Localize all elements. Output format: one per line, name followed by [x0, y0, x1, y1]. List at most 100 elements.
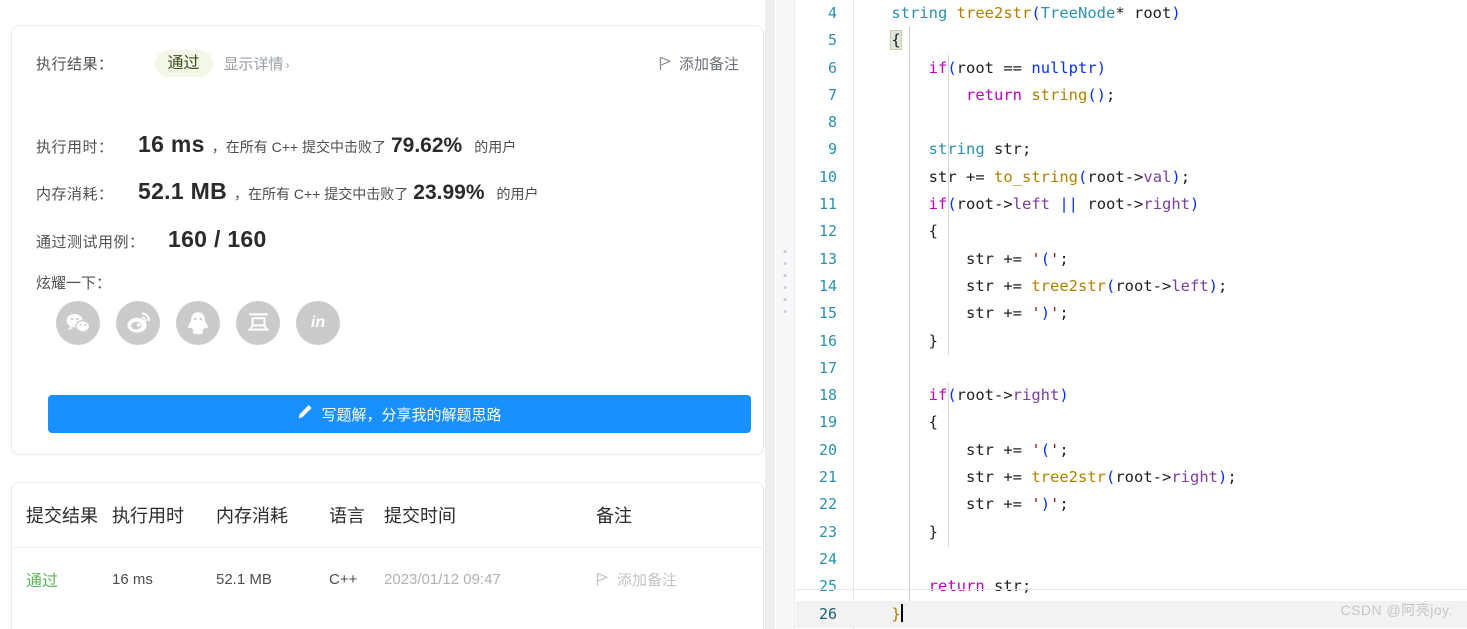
code-text[interactable]: str += ')';: [850, 491, 1467, 518]
code-text[interactable]: return string();: [850, 82, 1467, 109]
testcases-value: 160 / 160: [168, 226, 267, 252]
pane-resize-divider[interactable]: [775, 0, 795, 629]
active-line-rule: [796, 589, 1467, 590]
share-weibo-icon[interactable]: [116, 301, 160, 345]
flag-icon: [659, 56, 672, 71]
linkedin-label: in: [310, 314, 326, 331]
table-row[interactable]: 通过 16 ms 52.1 MB C++ 2023/01/12 09:47 添加…: [12, 548, 763, 610]
code-text[interactable]: str += to_string(root->val);: [850, 164, 1467, 191]
cell-runtime: 16 ms: [112, 570, 153, 588]
column-header-memory: 内存消耗: [216, 506, 288, 526]
share-qq-icon[interactable]: [176, 301, 220, 345]
code-line[interactable]: 19 {: [796, 409, 1467, 436]
code-text[interactable]: str += '(';: [850, 437, 1467, 464]
testcases-label: 通过测试用例：: [36, 234, 145, 251]
code-line[interactable]: 25 return str;: [796, 573, 1467, 600]
code-line[interactable]: 13 str += '(';: [796, 246, 1467, 273]
execution-result-card: 执行结果： 通过 显示详情 › 添加备注 执行用时： 16 ms ，在所有 C+…: [11, 25, 764, 455]
memory-metric-row: 内存消耗： 52.1 MB ，在所有 C++ 提交中击败了 23.99% 的用户: [36, 178, 539, 205]
cell-memory: 52.1 MB: [216, 570, 272, 588]
line-number: 24: [818, 549, 837, 568]
runtime-value: 16 ms: [138, 131, 205, 157]
submissions-table-card: 提交结果 执行用时 内存消耗 语言 提交时间 备注 通过 16 ms 52.1 …: [11, 482, 764, 629]
line-number: 22: [818, 495, 837, 514]
write-solution-button[interactable]: 写题解，分享我的解题思路: [48, 395, 751, 433]
line-number: 25: [818, 577, 837, 596]
code-line[interactable]: 24: [796, 546, 1467, 573]
code-text[interactable]: }: [850, 519, 1467, 546]
code-text[interactable]: {: [850, 218, 1467, 245]
code-text[interactable]: if(root->left || root->right): [850, 191, 1467, 218]
code-line[interactable]: 20 str += '(';: [796, 437, 1467, 464]
code-line[interactable]: 7 return string();: [796, 82, 1467, 109]
show-detail-link[interactable]: 显示详情 ›: [224, 53, 290, 74]
runtime-beat-prefix: ，在所有 C++ 提交中击败了: [211, 139, 386, 155]
write-solution-label: 写题解，分享我的解题思路: [321, 406, 502, 424]
code-text[interactable]: if(root->right): [850, 382, 1467, 409]
share-wechat-icon[interactable]: [56, 301, 100, 345]
code-line[interactable]: 12 {: [796, 218, 1467, 245]
share-label: 炫耀一下：: [36, 275, 112, 292]
cell-add-note[interactable]: 添加备注: [596, 569, 756, 590]
line-number: 23: [818, 522, 837, 541]
submission-result-pane: 执行结果： 通过 显示详情 › 添加备注 执行用时： 16 ms ，在所有 C+…: [0, 0, 765, 629]
code-text[interactable]: str += tree2str(root->left);: [850, 273, 1467, 300]
code-text[interactable]: string str;: [850, 136, 1467, 163]
add-note-label: 添加备注: [678, 56, 739, 74]
code-text[interactable]: [850, 546, 1467, 573]
line-number: 11: [818, 195, 837, 214]
code-text[interactable]: str += ')';: [850, 300, 1467, 327]
code-text[interactable]: [850, 355, 1467, 382]
code-line[interactable]: 8: [796, 109, 1467, 136]
code-line[interactable]: 17: [796, 355, 1467, 382]
code-text[interactable]: string tree2str(TreeNode* root): [850, 0, 1467, 27]
code-text[interactable]: return str;: [850, 573, 1467, 600]
line-number: 6: [827, 58, 837, 77]
memory-percentile: 23.99%: [413, 181, 485, 204]
code-line[interactable]: 14 str += tree2str(root->left);: [796, 273, 1467, 300]
flag-icon: [596, 572, 609, 587]
column-header-time: 提交时间: [384, 506, 456, 526]
code-line[interactable]: 23 }: [796, 519, 1467, 546]
code-line[interactable]: 11 if(root->left || root->right): [796, 191, 1467, 218]
code-text[interactable]: str += tree2str(root->right);: [850, 464, 1467, 491]
code-text[interactable]: [850, 109, 1467, 136]
code-line[interactable]: 15 str += ')';: [796, 300, 1467, 327]
code-editor[interactable]: 4 string tree2str(TreeNode* root) 5 { 6 …: [796, 0, 1467, 629]
line-number: 18: [818, 386, 837, 405]
share-linkedin-icon[interactable]: in: [296, 301, 340, 345]
runtime-beat-suffix: 的用户: [474, 139, 517, 155]
code-line[interactable]: 5 {: [796, 27, 1467, 54]
code-text[interactable]: {: [850, 409, 1467, 436]
column-header-result: 提交结果: [26, 506, 98, 526]
line-number: 5: [827, 31, 837, 50]
code-text[interactable]: {: [850, 27, 1467, 54]
memory-label: 内存消耗：: [36, 186, 114, 203]
cell-time: 2023/01/12 09:47: [384, 570, 501, 588]
drag-handle-dots-icon: [783, 250, 787, 313]
runtime-percentile: 79.62%: [390, 134, 463, 157]
table-header-row: 提交结果 执行用时 内存消耗 语言 提交时间 备注: [12, 483, 763, 548]
code-text[interactable]: str += '(';: [850, 246, 1467, 273]
share-douban-icon[interactable]: [236, 301, 280, 345]
code-line[interactable]: 21 str += tree2str(root->right);: [796, 464, 1467, 491]
code-line[interactable]: 18 if(root->right): [796, 382, 1467, 409]
watermark: CSDN @阿亮joy.: [1340, 602, 1453, 618]
code-text[interactable]: if(root == nullptr): [850, 55, 1467, 82]
line-number: 20: [818, 440, 837, 459]
line-number: 21: [818, 468, 837, 487]
memory-value: 52.1 MB: [138, 178, 228, 204]
line-number: 14: [818, 276, 837, 295]
cell-result[interactable]: 通过: [12, 567, 112, 591]
code-line[interactable]: 22 str += ')';: [796, 491, 1467, 518]
code-line[interactable]: 9 string str;: [796, 136, 1467, 163]
cell-add-note-label: 添加备注: [617, 571, 678, 589]
code-text[interactable]: }: [850, 328, 1467, 355]
line-number: 12: [818, 222, 837, 241]
code-line[interactable]: 16 }: [796, 328, 1467, 355]
add-note-button[interactable]: 添加备注: [659, 53, 739, 74]
column-header-runtime: 执行用时: [112, 506, 184, 526]
code-line[interactable]: 4 string tree2str(TreeNode* root): [796, 0, 1467, 27]
code-line[interactable]: 6 if(root == nullptr): [796, 55, 1467, 82]
code-line[interactable]: 10 str += to_string(root->val);: [796, 164, 1467, 191]
